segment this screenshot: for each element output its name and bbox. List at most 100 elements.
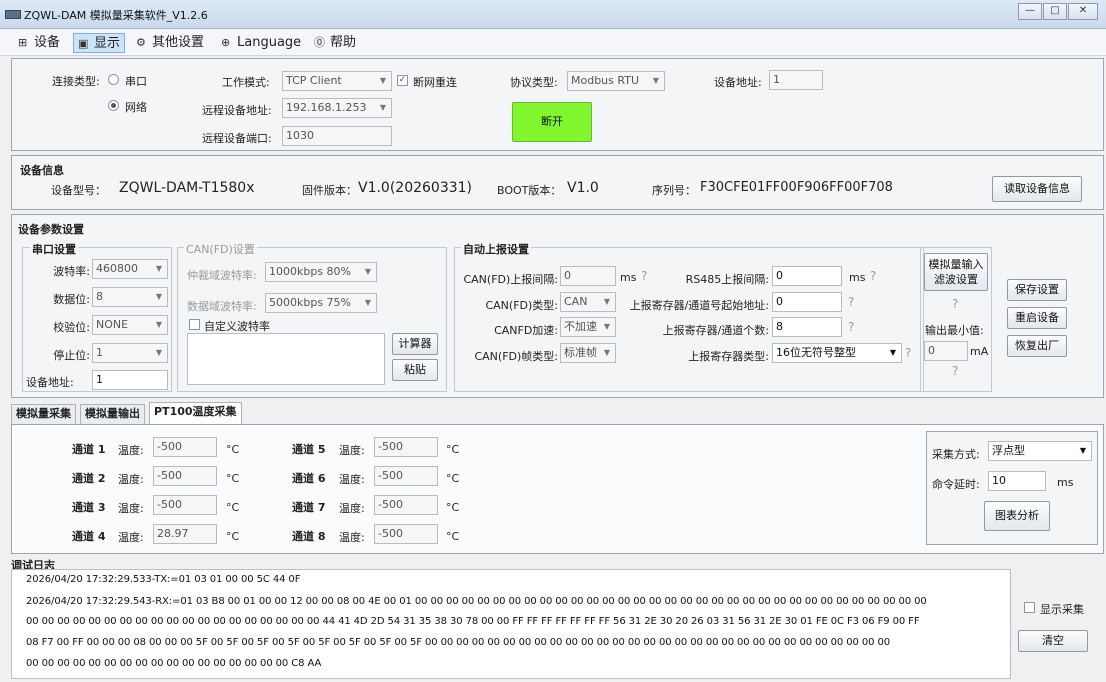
help-icon[interactable]: ? (848, 320, 854, 334)
radio-network[interactable] (108, 100, 119, 111)
remote-port-label: 远程设备端口: (202, 132, 272, 145)
clear-log-button[interactable]: 清空 (1018, 630, 1088, 652)
serial-addr-label: 设备地址: (26, 376, 74, 389)
boot-label: BOOT版本： (497, 184, 562, 197)
can-interval-input[interactable]: 0 (560, 266, 616, 286)
temp-label: 温度: (118, 473, 144, 486)
menu-language[interactable]: ⊕ Language (217, 33, 305, 53)
rs485-interval-input[interactable]: 0 (772, 266, 842, 286)
save-settings-button[interactable]: 保存设置 (1007, 279, 1067, 301)
min-output-input[interactable]: 0 (924, 341, 968, 361)
temp-label: 温度: (118, 502, 144, 515)
show-collect-checkbox[interactable] (1024, 602, 1035, 613)
chevron-down-icon: ▼ (889, 348, 897, 357)
temp-value-5: -500 (374, 437, 438, 457)
temp-unit: °C (226, 472, 240, 485)
temp-label: 温度: (118, 444, 144, 457)
reconnect-checkbox[interactable]: ✓ (397, 75, 408, 86)
reg-count-input[interactable]: 8 (772, 317, 842, 337)
help-icon[interactable]: ? (870, 269, 876, 283)
close-button[interactable]: ✕ (1068, 3, 1098, 20)
arb-baud-select[interactable]: 1000kbps 80% ▼ (265, 262, 377, 282)
channel-label: 通道 4 (72, 530, 106, 543)
serial-number-value: F30CFE01FF00F906FF00F708 (700, 180, 893, 195)
temp-value-2: -500 (153, 466, 217, 486)
serial-addr-input[interactable]: 1 (92, 370, 168, 390)
chart-analysis-button[interactable]: 图表分析 (984, 501, 1050, 531)
temp-label: 温度: (339, 531, 365, 544)
temp-unit: °C (226, 443, 240, 456)
help-icon[interactable]: ? (905, 346, 911, 360)
log-line: 00 00 00 00 00 00 00 00 00 00 00 00 00 0… (26, 616, 920, 627)
calculator-button[interactable]: 计算器 (392, 333, 438, 355)
chevron-down-icon: ▼ (155, 292, 163, 301)
tab-pt100[interactable]: PT100温度采集 (149, 402, 242, 425)
debug-log-area[interactable]: 2026/04/20 17:32:29.533-TX:=01 03 01 00 … (11, 569, 1011, 679)
minimize-button[interactable]: — (1018, 3, 1042, 20)
help-icon[interactable]: ? (952, 364, 958, 378)
data-bits-select[interactable]: 8 ▼ (92, 287, 168, 307)
reg-type-select[interactable]: 16位无符号整型 ▼ (772, 343, 902, 363)
stop-bits-select[interactable]: 1 ▼ (92, 343, 168, 363)
log-line: 2026/04/20 17:32:29.543-RX:=01 03 B8 00 … (26, 596, 927, 607)
connection-panel: 连接类型: 串口 网络 工作模式: TCP Client ▼ ✓ 断网重连 远程设… (11, 58, 1104, 151)
disconnect-button[interactable]: 断开 (512, 102, 592, 142)
model-label: 设备型号： (51, 184, 106, 197)
filter-settings-button[interactable]: 模拟量输入 滤波设置 (924, 253, 988, 291)
data-baud-select[interactable]: 5000kbps 75% ▼ (265, 293, 377, 313)
canfd-accel-select[interactable]: 不加速 ▼ (560, 317, 616, 337)
chevron-down-icon: ▼ (155, 348, 163, 357)
tab-analog-input[interactable]: 模拟量采集 (11, 404, 76, 424)
baud-select[interactable]: 460800 ▼ (92, 259, 168, 279)
temp-value-6: -500 (374, 466, 438, 486)
tab-analog-output[interactable]: 模拟量输出 (80, 404, 145, 424)
firmware-label: 固件版本： (302, 184, 357, 197)
can-settings-title: CAN(FD)设置 (184, 241, 257, 257)
show-collect-label: 显示采集 (1040, 603, 1084, 616)
can-interval-unit: ms (620, 271, 637, 284)
remote-port-input[interactable]: 1030 (282, 126, 392, 146)
work-mode-label: 工作模式: (222, 76, 270, 89)
custom-baud-textarea[interactable] (187, 333, 385, 385)
frame-type-label: CAN(FD)帧类型: (474, 350, 558, 363)
protocol-select[interactable]: Modbus RTU ▼ (567, 71, 665, 91)
rs485-interval-label: RS485上报间隔: (685, 273, 769, 286)
paste-button[interactable]: 粘贴 (392, 359, 438, 381)
channel-label: 通道 6 (292, 472, 326, 485)
maximize-button[interactable]: □ (1043, 3, 1067, 20)
factory-reset-button[interactable]: 恢复出厂 (1007, 335, 1067, 357)
model-value: ZQWL-DAM-T1580x (119, 180, 255, 196)
collect-mode-select[interactable]: 浮点型 ▼ (988, 441, 1092, 461)
custom-baud-checkbox[interactable] (189, 319, 200, 330)
custom-baud-label: 自定义波特率 (204, 320, 270, 333)
cmd-delay-unit: ms (1057, 476, 1074, 489)
radio-serial[interactable] (108, 74, 119, 85)
remote-addr-input[interactable]: 192.168.1.253 ▼ (282, 98, 392, 118)
temp-unit: °C (446, 501, 460, 514)
read-device-info-button[interactable]: 读取设备信息 (992, 176, 1082, 202)
temp-unit: °C (446, 472, 460, 485)
device-addr-input[interactable]: 1 (769, 70, 823, 90)
restart-device-button[interactable]: 重启设备 (1007, 307, 1067, 329)
chevron-down-icon: ▼ (603, 348, 611, 357)
can-type-select[interactable]: CAN ▼ (560, 292, 616, 312)
frame-type-select[interactable]: 标准帧 ▼ (560, 343, 616, 363)
stop-bits-label: 停止位: (53, 349, 90, 362)
reg-start-input[interactable]: 0 (772, 292, 842, 312)
cmd-delay-input[interactable]: 10 (988, 471, 1046, 491)
temp-value-1: -500 (153, 437, 217, 457)
chevron-down-icon: ▼ (1079, 446, 1087, 455)
parity-select[interactable]: NONE ▼ (92, 315, 168, 335)
temp-label: 温度: (339, 502, 365, 515)
menu-help[interactable]: ⓪ 帮助 (310, 33, 360, 53)
menu-device[interactable]: ⊞ 设备 (14, 33, 64, 53)
work-mode-select[interactable]: TCP Client ▼ (282, 71, 392, 91)
help-icon[interactable]: ? (952, 297, 958, 311)
help-icon[interactable]: ? (848, 295, 854, 309)
collect-mode-label: 采集方式: (932, 448, 980, 461)
monitor-icon: ▣ (78, 37, 89, 50)
menu-display[interactable]: ▣ 显示 (73, 33, 126, 53)
menu-other-settings[interactable]: ⚙ 其他设置 (132, 33, 208, 53)
network-radio-label: 网络 (125, 101, 147, 114)
app-icon (5, 10, 21, 19)
